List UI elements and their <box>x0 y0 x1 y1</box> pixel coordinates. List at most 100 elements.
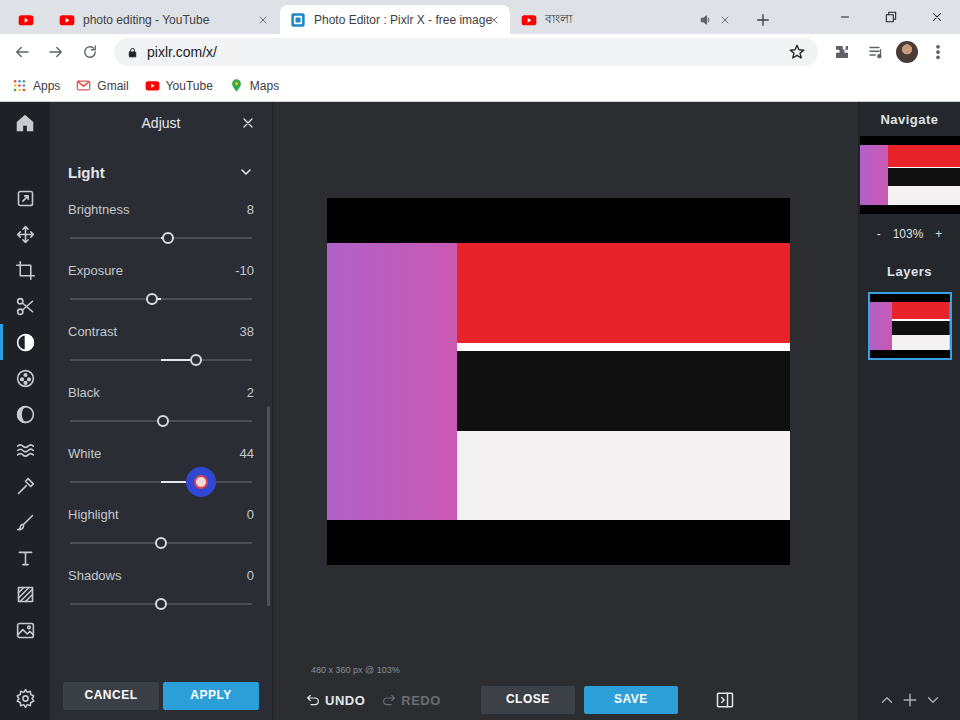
add-layer-icon[interactable] <box>900 690 920 710</box>
bookmark[interactable]: Maps <box>229 78 279 93</box>
navigator-preview[interactable] <box>860 136 960 214</box>
layer-up-icon[interactable] <box>878 691 896 709</box>
home-icon[interactable] <box>0 102 50 144</box>
tab-body: বাংলা <box>511 10 741 30</box>
slider-track[interactable] <box>70 481 252 483</box>
close-button[interactable]: CLOSE <box>481 686 575 714</box>
zoom-in-button[interactable]: + <box>935 227 942 241</box>
tab-body <box>4 12 48 28</box>
slider-knob[interactable] <box>157 415 169 427</box>
slider-track[interactable] <box>70 237 252 239</box>
maximize-icon[interactable] <box>868 0 914 34</box>
bottom-toolbar: UNDO REDO CLOSE SAVE <box>273 680 858 720</box>
bookmark[interactable]: Apps <box>12 78 60 93</box>
bookmark[interactable]: YouTube <box>145 78 213 93</box>
add-image-icon[interactable] <box>0 612 50 648</box>
close-icon[interactable] <box>719 14 731 26</box>
slider: Brightness8 <box>50 200 272 261</box>
layer-thumbnail[interactable] <box>868 292 952 360</box>
zoom-out-button[interactable]: - <box>877 227 881 241</box>
bookmark-label[interactable]: YouTube <box>166 79 213 93</box>
reload-icon[interactable] <box>76 38 104 66</box>
back-icon[interactable] <box>8 38 36 66</box>
video-icon <box>145 78 160 93</box>
close-icon[interactable] <box>257 14 269 26</box>
address-text[interactable]: pixlr.com/x/ <box>147 44 780 60</box>
address-field[interactable]: pixlr.com/x/ <box>114 38 818 66</box>
canvas-info: 480 x 360 px @ 103% <box>273 660 858 680</box>
slider-track[interactable] <box>70 359 252 361</box>
slider-label: Contrast <box>68 324 117 339</box>
close-icon[interactable] <box>238 113 258 133</box>
slider-knob[interactable] <box>190 354 202 366</box>
favicon-icon <box>18 12 34 28</box>
panel-content: LightBrightness8Exposure-10Contrast38Bla… <box>50 144 272 672</box>
layer-down-icon[interactable] <box>924 691 942 709</box>
lock-icon <box>126 46 139 59</box>
settings-gear-icon[interactable] <box>0 676 50 720</box>
panel-toggle-icon[interactable] <box>714 689 736 711</box>
chevron-icon[interactable] <box>238 164 254 180</box>
close-window-icon[interactable] <box>914 0 960 34</box>
move-icon[interactable] <box>0 216 50 252</box>
slider-knob[interactable] <box>186 467 216 497</box>
filter-icon[interactable] <box>0 360 50 396</box>
extensions-icon[interactable] <box>828 38 856 66</box>
slider-knob[interactable] <box>146 293 158 305</box>
slider-header: White44 <box>68 444 254 462</box>
cutout-icon[interactable] <box>0 288 50 324</box>
slider-knob[interactable] <box>155 537 167 549</box>
panel-header: Adjust <box>50 102 272 144</box>
bookmark-label[interactable]: Apps <box>33 79 60 93</box>
bookmark-label[interactable]: Gmail <box>97 79 128 93</box>
effect-icon[interactable] <box>0 396 50 432</box>
minimize-icon[interactable] <box>822 0 868 34</box>
liquify-icon[interactable] <box>0 432 50 468</box>
undo-button[interactable]: UNDO <box>305 692 365 708</box>
tab-title: photo editing - YouTube <box>83 13 249 27</box>
slider-track[interactable] <box>70 603 252 605</box>
browser-tab[interactable] <box>4 5 48 34</box>
crop-icon[interactable] <box>0 252 50 288</box>
slider-header: Contrast 38 <box>68 322 254 340</box>
scrollbar[interactable] <box>267 406 270 606</box>
star-icon[interactable] <box>788 43 806 61</box>
redo-label[interactable]: REDO <box>401 693 441 708</box>
slider-label: White <box>68 446 101 461</box>
slider-value: 38 <box>240 324 254 339</box>
draw-icon[interactable] <box>0 504 50 540</box>
profile-avatar-icon[interactable] <box>896 41 918 63</box>
new-tab-icon[interactable] <box>746 5 780 34</box>
redo-button[interactable]: REDO <box>381 692 441 708</box>
bookmark-label[interactable]: Maps <box>250 79 279 93</box>
slider-value: 0 <box>247 507 254 522</box>
menu-icon[interactable] <box>924 38 952 66</box>
canvas-area: 480 x 360 px @ 103% UNDO REDO CLOSE SAVE <box>273 102 858 720</box>
browser-tab[interactable]: বাংলা <box>511 5 741 34</box>
bookmark[interactable]: Gmail <box>76 78 128 93</box>
adjust-icon[interactable] <box>0 324 50 360</box>
apply-button[interactable]: APPLY <box>163 682 259 710</box>
close-icon[interactable] <box>488 14 500 26</box>
arrange-icon[interactable] <box>0 180 50 216</box>
section-title[interactable]: Light <box>68 164 105 181</box>
retouch-icon[interactable] <box>0 468 50 504</box>
undo-label[interactable]: UNDO <box>325 693 365 708</box>
slider-track[interactable] <box>70 298 252 300</box>
slider-track[interactable] <box>70 420 252 422</box>
browser-tab[interactable]: photo editing - YouTube <box>49 5 279 34</box>
element-icon[interactable] <box>0 576 50 612</box>
media-icon[interactable] <box>862 38 890 66</box>
forward-icon[interactable] <box>42 38 70 66</box>
save-button[interactable]: SAVE <box>584 686 678 714</box>
slider-knob[interactable] <box>155 598 167 610</box>
slider-knob[interactable] <box>162 232 174 244</box>
mail-icon <box>76 78 91 93</box>
cancel-button[interactable]: CANCEL <box>63 682 159 710</box>
layers-title: Layers <box>887 254 932 288</box>
browser-tab[interactable]: Photo Editor : Pixlr X - free image <box>280 5 510 34</box>
slider-value: 2 <box>247 385 254 400</box>
section-header[interactable]: Light <box>50 144 272 200</box>
text-icon[interactable] <box>0 540 50 576</box>
slider-track[interactable] <box>70 542 252 544</box>
